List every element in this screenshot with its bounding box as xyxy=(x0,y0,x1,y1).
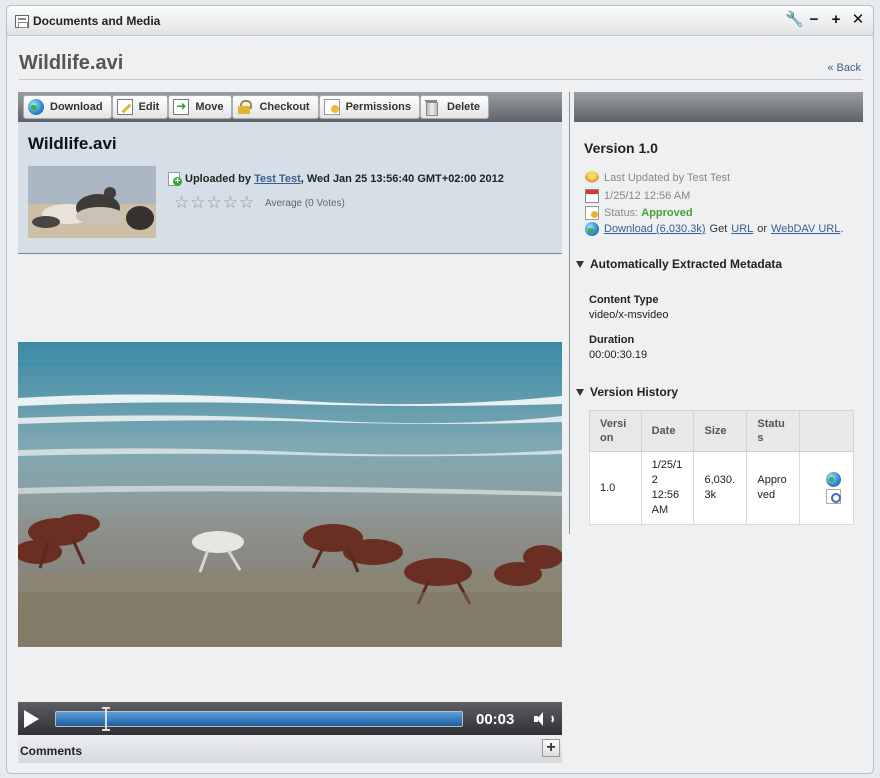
time-display: 00:03 xyxy=(476,711,515,728)
globe-icon xyxy=(28,99,44,115)
column-header-date: Date xyxy=(640,410,695,452)
portlet-title: Documents and Media xyxy=(33,14,161,28)
status-badge: Approved xyxy=(641,207,693,219)
column-header-version: Versi on xyxy=(589,410,642,452)
status-row: Status: Approved xyxy=(585,206,693,220)
document-thumbnail[interactable] xyxy=(28,166,156,238)
column-header-size: Size xyxy=(693,410,748,452)
caret-down-icon xyxy=(576,260,584,268)
seek-handle[interactable] xyxy=(101,707,110,731)
calendar-icon xyxy=(585,189,599,203)
trash-icon xyxy=(425,99,441,116)
play-icon[interactable] xyxy=(24,710,39,728)
user-icon xyxy=(585,171,599,185)
document-title: Wildlife.avi xyxy=(28,134,117,153)
star-icon[interactable]: ☆ xyxy=(190,194,205,211)
webdav-url-link[interactable]: WebDAV URL xyxy=(771,223,840,235)
uploader-link[interactable]: Test Test xyxy=(254,173,301,185)
column-header-status: Statu s xyxy=(746,410,801,452)
add-comment-button[interactable]: + xyxy=(542,739,560,757)
date-row: 1/25/12 12:56 AM xyxy=(585,189,690,203)
upload-info: Uploaded by Test Test, Wed Jan 25 13:56:… xyxy=(185,173,504,185)
duration-label: Duration xyxy=(589,334,635,346)
caret-down-icon xyxy=(576,388,584,396)
metadata-section-toggle[interactable]: Automatically Extracted Metadata xyxy=(576,257,782,271)
version-history-toggle[interactable]: Version History xyxy=(576,385,678,399)
star-icon[interactable]: ☆ xyxy=(207,194,222,211)
version-title: Version 1.0 xyxy=(584,140,658,156)
horses-video-image xyxy=(18,342,562,647)
status-cell: Appro ved xyxy=(746,451,801,525)
back-link[interactable]: « Back xyxy=(827,62,861,74)
delete-button[interactable]: Delete xyxy=(420,95,490,119)
content-type-value: video/x-msvideo xyxy=(589,309,669,321)
seek-bar[interactable] xyxy=(55,707,463,731)
download-version-icon[interactable] xyxy=(826,472,842,487)
size-cell: 6,030. 3k xyxy=(693,451,748,525)
date-cell: 1/25/1 2 12:56 AM xyxy=(640,451,695,525)
download-button[interactable]: Download xyxy=(23,95,112,119)
column-divider[interactable] xyxy=(569,92,570,534)
status-icon xyxy=(585,206,599,220)
permissions-icon xyxy=(323,99,340,115)
comments-label: Comments xyxy=(20,744,83,758)
edit-icon xyxy=(116,99,133,115)
portlet-header: Documents and Media 🔧 − + ✕ xyxy=(7,6,873,36)
edit-button[interactable]: Edit xyxy=(111,95,169,119)
rating-average: Average (0 Votes) xyxy=(265,198,345,209)
column-header-actions xyxy=(799,410,854,452)
rating-stars: ☆ ☆ ☆ ☆ ☆ xyxy=(174,194,254,211)
document-summary: Wildlife.avi Uploaded by Test Test, Wed … xyxy=(18,122,562,254)
volume-icon[interactable] xyxy=(534,712,554,726)
version-panel-header xyxy=(574,92,863,122)
content-type-label: Content Type xyxy=(589,294,659,306)
download-link[interactable]: Download (6,030.3k) xyxy=(604,223,706,235)
actions-cell xyxy=(799,451,854,525)
last-updated-row: Last Updated by Test Test xyxy=(585,171,730,185)
portlet-icon xyxy=(15,15,29,28)
version-cell: 1.0 xyxy=(589,451,642,525)
star-icon[interactable]: ☆ xyxy=(223,194,238,211)
globe-icon xyxy=(585,222,599,236)
video-frame[interactable] xyxy=(18,342,562,647)
video-player-controls: 00:03 xyxy=(18,702,562,735)
maximize-icon[interactable]: + xyxy=(829,12,843,28)
duration-value: 00:00:30.19 xyxy=(589,349,648,361)
wrench-icon[interactable]: 🔧 xyxy=(785,12,804,28)
page-title: Wildlife.avi xyxy=(19,52,124,74)
portlet-controls: 🔧 − + ✕ xyxy=(785,12,865,28)
portlet: Documents and Media 🔧 − + ✕ Wildlife.avi… xyxy=(6,5,874,774)
comments-bar: Comments + xyxy=(18,735,562,763)
title-divider xyxy=(19,79,863,80)
download-row: Download (6,030.3k) Get URL or WebDAV UR… xyxy=(585,222,843,236)
lock-icon xyxy=(237,99,253,115)
view-version-icon[interactable] xyxy=(826,489,842,504)
checkout-button[interactable]: Checkout xyxy=(232,95,319,119)
version-history-table: Versi on Date Size Statu s 1.0 1/25/1 2 … xyxy=(589,410,854,525)
star-icon[interactable]: ☆ xyxy=(174,194,189,211)
permissions-button[interactable]: Permissions xyxy=(318,95,421,119)
url-link[interactable]: URL xyxy=(731,223,753,235)
upload-icon xyxy=(168,172,182,186)
move-icon xyxy=(173,99,190,115)
close-icon[interactable]: ✕ xyxy=(851,12,865,28)
table-row: 1.0 1/25/1 2 12:56 AM 6,030. 3k Appro ve… xyxy=(589,451,854,525)
document-toolbar: Download Edit Move Checkout Permissions … xyxy=(18,92,562,122)
seals-thumbnail-image xyxy=(28,166,156,238)
star-icon[interactable]: ☆ xyxy=(239,194,254,211)
minimize-icon[interactable]: − xyxy=(807,12,821,28)
move-button[interactable]: Move xyxy=(168,95,233,119)
